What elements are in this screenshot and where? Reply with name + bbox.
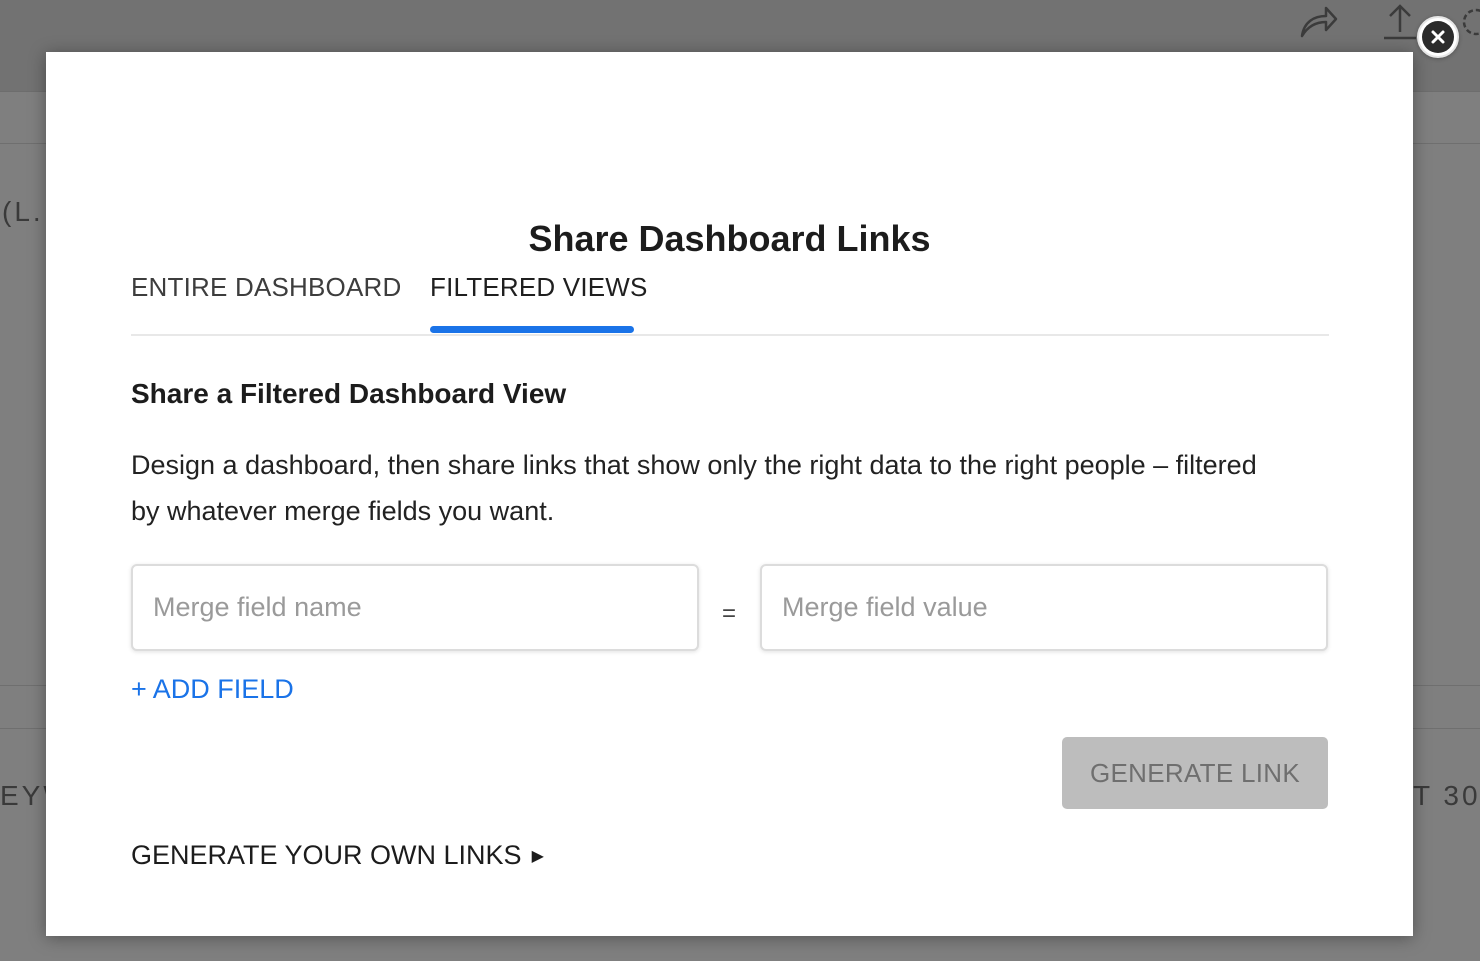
upload-icon[interactable] xyxy=(1380,2,1420,42)
background-label: EYW xyxy=(0,780,46,811)
close-icon xyxy=(1422,21,1454,53)
generate-own-links-toggle[interactable]: GENERATE YOUR OWN LINKS ▶ xyxy=(131,840,544,871)
modal-title: Share Dashboard Links xyxy=(528,218,931,259)
add-field-link[interactable]: + ADD FIELD xyxy=(131,674,294,705)
gear-icon[interactable] xyxy=(1458,2,1480,42)
background-label: T 30 xyxy=(1413,780,1480,811)
close-modal-button[interactable] xyxy=(1417,16,1459,58)
tab-entire-dashboard[interactable]: ENTIRE DASHBOARD xyxy=(131,272,401,334)
share-arrow-icon[interactable] xyxy=(1298,4,1338,40)
tab-filtered-views[interactable]: FILTERED VIEWS xyxy=(430,272,648,334)
merge-field-name-input[interactable] xyxy=(131,564,699,651)
tab-bar: ENTIRE DASHBOARD FILTERED VIEWS xyxy=(131,272,1329,336)
share-dashboard-modal: Share Dashboard Links ENTIRE DASHBOARD F… xyxy=(46,52,1413,936)
section-description: Design a dashboard, then share links tha… xyxy=(131,450,1257,526)
section-heading: Share a Filtered Dashboard View xyxy=(131,378,567,409)
generate-own-links-label: GENERATE YOUR OWN LINKS xyxy=(131,840,522,870)
caret-right-icon: ▶ xyxy=(531,847,544,865)
active-tab-indicator xyxy=(430,326,634,333)
generate-link-button[interactable]: GENERATE LINK xyxy=(1062,737,1328,809)
equals-sign: = xyxy=(722,600,737,627)
merge-field-value-input[interactable] xyxy=(760,564,1328,651)
